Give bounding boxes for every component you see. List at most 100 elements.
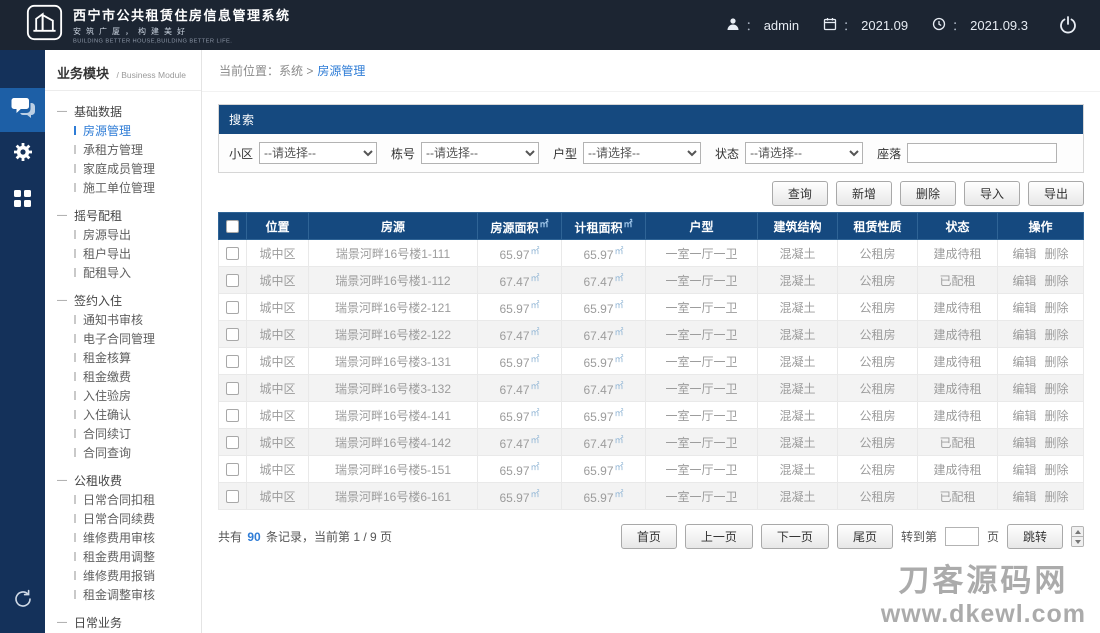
- edit-link[interactable]: 编辑: [1012, 463, 1036, 477]
- sidebar-section-public-rent-fees[interactable]: — 公租收费: [45, 470, 201, 490]
- next-page-button[interactable]: 下一页: [760, 524, 829, 549]
- column-header-actions: 操作: [997, 212, 1084, 240]
- sidebar-item-family-member-management[interactable]: 家庭成员管理: [45, 159, 201, 178]
- row-checkbox[interactable]: [226, 247, 239, 261]
- layout-select[interactable]: --请选择--: [583, 142, 702, 164]
- column-header-area[interactable]: 房源面积㎡: [477, 212, 562, 240]
- select-all-checkbox[interactable]: [226, 220, 239, 234]
- sidebar-item-allocation-import[interactable]: 配租导入: [45, 263, 201, 282]
- area-unit: ㎡: [614, 381, 624, 391]
- export-button[interactable]: 导出: [1027, 181, 1084, 206]
- cell-actions: 编辑 删除: [997, 482, 1084, 510]
- sidebar-item-contract-query[interactable]: 合同查询: [45, 443, 201, 462]
- sidebar-item-house-export[interactable]: 房源导出: [45, 225, 201, 244]
- edit-link[interactable]: 编辑: [1012, 382, 1036, 396]
- row-checkbox[interactable]: [226, 274, 239, 288]
- sidebar-section-lottery-allocation[interactable]: — 摇号配租: [45, 205, 201, 225]
- delete-link[interactable]: 删除: [1045, 463, 1069, 477]
- sidebar-item-construction-unit-management[interactable]: 施工单位管理: [45, 178, 201, 197]
- nav-settings-button[interactable]: [0, 132, 45, 176]
- section-dash-icon: —: [57, 294, 67, 306]
- edit-link[interactable]: 编辑: [1012, 301, 1036, 315]
- delete-link[interactable]: 删除: [1045, 409, 1069, 423]
- sidebar-item-checkin-confirmation[interactable]: 入住确认: [45, 405, 201, 424]
- import-button[interactable]: 导入: [963, 181, 1020, 206]
- sidebar-item-rent-adjustment-review[interactable]: 租金调整审核: [45, 585, 201, 604]
- edit-link[interactable]: 编辑: [1012, 490, 1036, 504]
- sidebar-item-house-management[interactable]: 房源管理: [45, 121, 201, 140]
- sidebar-item-checkin-inspection[interactable]: 入住验房: [45, 386, 201, 405]
- delete-link[interactable]: 删除: [1045, 328, 1069, 342]
- edit-link[interactable]: 编辑: [1012, 355, 1036, 369]
- delete-link[interactable]: 删除: [1045, 301, 1069, 315]
- column-header-label: 位置: [265, 219, 290, 234]
- row-checkbox[interactable]: [226, 463, 239, 477]
- cell-nature: 公租房: [837, 320, 918, 348]
- area-unit: ㎡: [614, 300, 624, 310]
- cell-status: 建成待租: [917, 374, 998, 402]
- power-button[interactable]: [1058, 15, 1078, 35]
- delete-link[interactable]: 删除: [1045, 274, 1069, 288]
- status-select[interactable]: --请选择--: [745, 142, 864, 164]
- location-input[interactable]: [907, 143, 1058, 163]
- row-checkbox[interactable]: [226, 301, 239, 315]
- edit-link[interactable]: 编辑: [1012, 436, 1036, 450]
- add-button[interactable]: 新增: [835, 181, 892, 206]
- sidebar-item-daily-contract-renewal[interactable]: 日常合同续费: [45, 509, 201, 528]
- goto-button[interactable]: 跳转: [1006, 524, 1063, 549]
- delete-link[interactable]: 删除: [1045, 490, 1069, 504]
- sidebar-item-contract-renewal[interactable]: 合同续订: [45, 424, 201, 443]
- sidebar-item-daily-contract-deduction[interactable]: 日常合同扣租: [45, 490, 201, 509]
- delete-link[interactable]: 删除: [1045, 355, 1069, 369]
- row-checkbox[interactable]: [226, 328, 239, 342]
- goto-page-input[interactable]: [944, 527, 979, 546]
- column-header-layout: 户型: [645, 212, 758, 240]
- sidebar-item-rent-accounting[interactable]: 租金核算: [45, 348, 201, 367]
- sidebar-item-e-contract-management[interactable]: 电子合同管理: [45, 329, 201, 348]
- sidebar-item-repair-fee-review[interactable]: 维修费用审核: [45, 528, 201, 547]
- sidebar-item-rent-payment[interactable]: 租金缴费: [45, 367, 201, 386]
- edit-link[interactable]: 编辑: [1012, 247, 1036, 261]
- row-checkbox[interactable]: [226, 409, 239, 423]
- sidebar-section-daily-business[interactable]: — 日常业务: [45, 612, 201, 632]
- nav-messages-button[interactable]: [0, 88, 45, 132]
- row-checkbox[interactable]: [226, 490, 239, 504]
- breadcrumb-current-link[interactable]: 房源管理: [317, 62, 365, 79]
- row-checkbox[interactable]: [226, 382, 239, 396]
- cell-structure: 混凝土: [757, 482, 838, 510]
- date-indicator[interactable]: ： 2021.09.3: [932, 17, 1028, 34]
- nav-refresh-button[interactable]: [0, 579, 45, 623]
- row-checkbox[interactable]: [226, 355, 239, 369]
- delete-link[interactable]: 删除: [1045, 247, 1069, 261]
- delete-button[interactable]: 删除: [899, 181, 956, 206]
- user-menu[interactable]: ： admin: [726, 17, 799, 34]
- area-unit: ㎡: [530, 354, 540, 364]
- prev-page-button[interactable]: 上一页: [684, 524, 753, 549]
- stepper-down-icon[interactable]: [1072, 536, 1083, 546]
- first-page-button[interactable]: 首页: [620, 524, 677, 549]
- row-checkbox[interactable]: [226, 436, 239, 450]
- sidebar-item-tenant-export[interactable]: 租户导出: [45, 244, 201, 263]
- sidebar-item-repair-fee-reimbursement[interactable]: 维修费用报销: [45, 566, 201, 585]
- sidebar-section-sign-checkin[interactable]: — 签约入住: [45, 290, 201, 310]
- sidebar-item-rent-fee-adjustment[interactable]: 租金费用调整: [45, 547, 201, 566]
- sidebar-item-notice-review[interactable]: 通知书审核: [45, 310, 201, 329]
- page-stepper[interactable]: [1071, 526, 1084, 547]
- building-select[interactable]: --请选择--: [421, 142, 540, 164]
- stepper-up-icon[interactable]: [1072, 527, 1083, 536]
- query-button[interactable]: 查询: [771, 181, 828, 206]
- edit-link[interactable]: 编辑: [1012, 409, 1036, 423]
- delete-link[interactable]: 删除: [1045, 382, 1069, 396]
- month-indicator[interactable]: ： 2021.09: [823, 17, 908, 34]
- column-header-rent_area[interactable]: 计租面积㎡: [561, 212, 646, 240]
- delete-link[interactable]: 删除: [1045, 436, 1069, 450]
- sidebar-section-basic-data[interactable]: — 基础数据: [45, 101, 201, 121]
- nav-modules-button[interactable]: [0, 176, 45, 220]
- last-page-button[interactable]: 尾页: [836, 524, 893, 549]
- cell-rent_area: 67.47㎡: [561, 266, 646, 294]
- edit-link[interactable]: 编辑: [1012, 328, 1036, 342]
- sidebar-item-tenant-management[interactable]: 承租方管理: [45, 140, 201, 159]
- community-select[interactable]: --请选择--: [259, 142, 378, 164]
- edit-link[interactable]: 编辑: [1012, 274, 1036, 288]
- watermark-line1: 刀客源码网: [898, 563, 1069, 598]
